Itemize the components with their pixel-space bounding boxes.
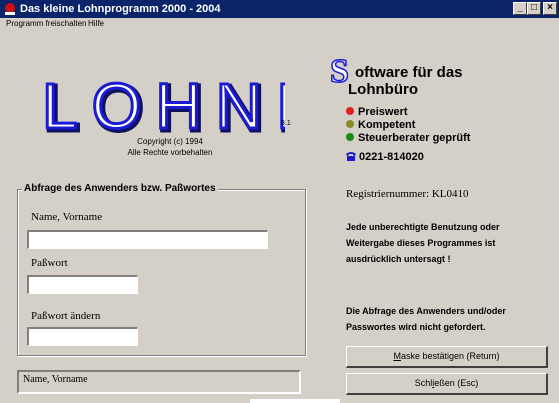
copyright: Copyright (c) 1994 Alle Rechte vorbehalt… [95, 136, 245, 158]
olive-dot-icon [346, 120, 354, 128]
name-input[interactable] [27, 230, 268, 249]
minimize-button[interactable]: _ [513, 2, 527, 15]
feature-item: Steuerberater geprüft [346, 132, 470, 145]
password-change-label: Paßwort ändern [31, 310, 101, 322]
headline-line1: oftware für das [355, 64, 463, 81]
warning-line: Weitergabe dieses Programmes ist [346, 238, 496, 248]
red-dot-icon [346, 107, 354, 115]
phone-number: 0221-814020 [359, 151, 424, 163]
name-label: Name, Vorname [31, 211, 103, 223]
password-input[interactable] [27, 275, 138, 294]
lohni-logo: LOHNI LOHNI [41, 70, 286, 134]
close-label-prefix: Schl [414, 378, 433, 388]
title-bar[interactable]: Das kleine Lohnprogramm 2000 - 2004 _ □ … [0, 0, 559, 18]
password-change-input[interactable] [27, 327, 138, 346]
info-line: Die Abfrage des Anwenders und/oder [346, 306, 506, 316]
confirm-mask-button[interactable]: Maske bestätigen (Return) [346, 346, 548, 368]
menu-bar: Programm freischalten Hilfe [0, 18, 559, 30]
telephone-icon [346, 152, 356, 161]
feature-label: Steuerberater geprüft [358, 132, 471, 144]
confirm-label: aske bestätigen (Return) [400, 351, 500, 361]
feature-label: Kompetent [358, 119, 416, 131]
feature-label: Preiswert [358, 106, 408, 118]
headline-initial: S [329, 53, 349, 90]
close-label-rest: eßen (Esc) [434, 378, 479, 388]
logo-text: LOHNI [42, 70, 285, 134]
window-title: Das kleine Lohnprogramm 2000 - 2004 [20, 3, 221, 15]
maximize-button[interactable]: □ [527, 2, 541, 15]
registration-number: Registriernummer: KL0410 [346, 188, 469, 200]
close-app-button[interactable]: Schließen (Esc) [346, 373, 548, 395]
close-button[interactable]: × [543, 2, 557, 15]
status-field: Name, Vorname [17, 370, 301, 394]
password-label: Paßwort [31, 257, 68, 269]
warning-text: Jede unberechtigte Benutzung oder Weiter… [346, 219, 546, 267]
feature-item: Preiswert [346, 106, 408, 119]
menu-item-hilfe[interactable]: Hilfe [88, 18, 104, 30]
info-text: Die Abfrage des Anwenders und/oder Passw… [346, 303, 546, 335]
phone-line: 0221-814020 [345, 150, 424, 164]
warning-line: Jede unberechtigte Benutzung oder [346, 222, 500, 232]
info-line: Passwortes wird nicht gefordert. [346, 322, 486, 332]
app-icon[interactable] [3, 2, 17, 16]
copyright-line: Copyright (c) 1994 [137, 137, 203, 146]
version-label: 3.1 [281, 120, 291, 127]
confirm-mnemonic: M [393, 351, 401, 361]
window-edge-highlight [250, 399, 340, 403]
headline-line2: Lohnbüro [348, 81, 418, 98]
green-dot-icon [346, 133, 354, 141]
feature-item: Kompetent [346, 119, 415, 132]
login-group-label: Abfrage des Anwenders bzw. Paßwortes [22, 183, 218, 194]
menu-item-programm-freischalten[interactable]: Programm freischalten [6, 18, 86, 30]
warning-line: ausdrücklich untersagt ! [346, 254, 451, 264]
copyright-line: Alle Rechte vorbehalten [127, 148, 213, 157]
